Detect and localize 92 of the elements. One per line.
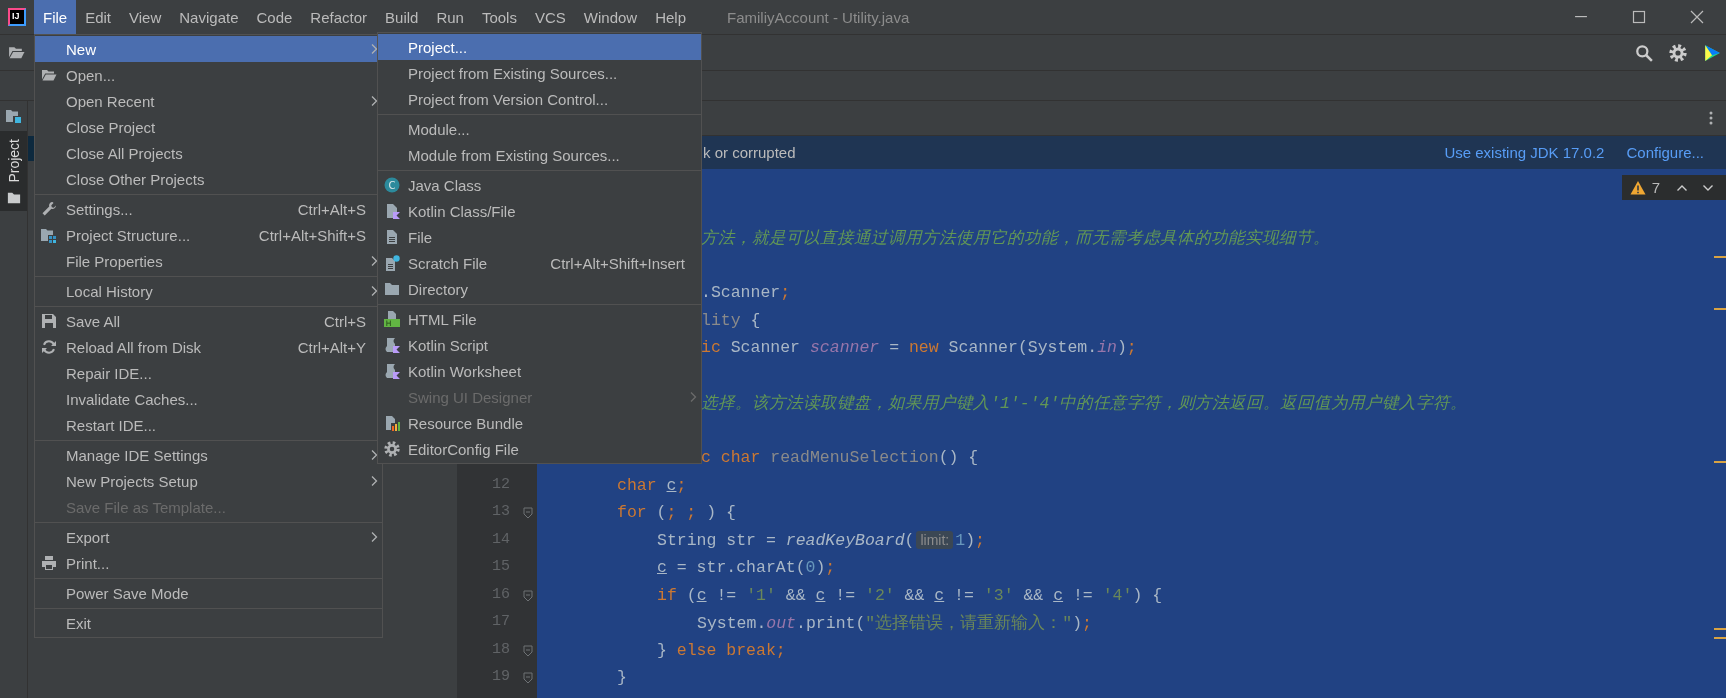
- code-line: } else break;: [657, 640, 786, 660]
- code-line: char c;: [617, 475, 687, 495]
- chevron-right-icon: [370, 531, 378, 543]
- chevron-right-icon: [370, 475, 378, 487]
- menu-bar-item[interactable]: Tools: [472, 0, 526, 34]
- window-title: FamiliyAccount - Utility.java: [727, 8, 910, 26]
- code-line: c = str.charAt(0);: [657, 558, 836, 578]
- search-icon[interactable]: [1635, 43, 1653, 62]
- scroll-marker[interactable]: [1714, 256, 1726, 258]
- folder-icon: [6, 190, 21, 205]
- kotlin-script-icon: [384, 363, 400, 379]
- maximize-icon: [1631, 9, 1647, 25]
- chevron-right-icon: [370, 95, 378, 107]
- kotlin-script-icon: [384, 337, 400, 353]
- code-line: 方法，就是可以直接通过调用方法使用它的功能，而无需考虑具体的功能实现细节。: [701, 227, 1330, 249]
- notification-link[interactable]: Configure...: [1626, 144, 1704, 161]
- code-line: 选择。该方法读取键盘，如果用户键入'1'-'4'中的任意字符，则方法返回。返回值为用户键入字符。: [701, 392, 1468, 414]
- menu-item[interactable]: Project from Existing Sources...: [378, 60, 701, 86]
- folder-icon: [384, 281, 400, 297]
- triangle-logo-icon[interactable]: [1703, 43, 1721, 62]
- project-tab[interactable]: Project: [0, 131, 27, 211]
- code-line: lity {: [701, 310, 761, 330]
- folder-grid-icon[interactable]: [5, 108, 22, 124]
- notification-link[interactable]: Use existing JDK 17.0.2: [1444, 144, 1605, 161]
- resource-bundle-icon: [384, 415, 400, 431]
- gear-icon: [384, 441, 400, 457]
- kotlin-file-icon: [384, 203, 400, 219]
- menu-item[interactable]: Module from Existing Sources...: [378, 142, 701, 168]
- fold-icon[interactable]: [523, 507, 533, 519]
- menu-item[interactable]: Exit: [35, 610, 382, 636]
- minimize-icon: [1575, 16, 1587, 18]
- chevron-down-icon[interactable]: [1702, 183, 1714, 192]
- menu-item[interactable]: Module...: [378, 116, 701, 142]
- menu-bar-item[interactable]: View: [120, 0, 171, 34]
- more-icon[interactable]: [1709, 110, 1713, 126]
- menu-item[interactable]: Export: [35, 524, 382, 550]
- class-icon: C: [384, 177, 400, 193]
- floppy-icon: [41, 313, 57, 329]
- menu-item[interactable]: Power Save Mode: [35, 580, 382, 606]
- app-logo: IJ: [8, 8, 26, 26]
- printer-icon: [41, 555, 57, 571]
- code-line: }: [617, 668, 627, 688]
- chevron-up-icon[interactable]: [1676, 183, 1688, 192]
- code-line: c char readMenuSelection() {: [701, 448, 979, 468]
- menu-bar-item[interactable]: Build: [376, 0, 428, 34]
- menu-bar-item[interactable]: Navigate: [170, 0, 248, 34]
- folder-open-icon: [41, 67, 57, 83]
- scroll-marker[interactable]: [1714, 461, 1726, 463]
- folder-open-icon[interactable]: [8, 44, 25, 61]
- scratch-file-icon: [384, 255, 400, 271]
- fold-icon[interactable]: [523, 589, 533, 602]
- menu-item[interactable]: Print...: [35, 550, 382, 576]
- menu-bar-item[interactable]: File: [34, 0, 77, 34]
- fold-icon[interactable]: [523, 672, 533, 684]
- scroll-marker[interactable]: [1714, 308, 1726, 310]
- menu-bar-item[interactable]: Help: [646, 0, 696, 34]
- notification-text: k or corrupted: [703, 144, 796, 161]
- code-line: for (; ; ) {: [617, 503, 736, 523]
- menu-bar-item[interactable]: Run: [427, 0, 473, 34]
- menu-item[interactable]: Save All Ctrl+S: [35, 308, 382, 334]
- code-line: ic Scanner scanner = new Scanner(System.in);: [701, 338, 1137, 358]
- chevron-right-icon: [689, 391, 697, 403]
- inspection-widget[interactable]: 7: [1621, 175, 1726, 200]
- scroll-marker[interactable]: [1714, 628, 1726, 630]
- chevron-right-icon: [370, 43, 378, 55]
- menu-bar-item[interactable]: Code: [247, 0, 302, 34]
- code-line: String str = readKeyBoard( limit: 1);: [657, 530, 985, 550]
- menu-bar-item[interactable]: Edit: [76, 0, 121, 34]
- reload-icon: [41, 339, 57, 355]
- menu-bar-item[interactable]: Window: [574, 0, 647, 34]
- scroll-marker[interactable]: [1714, 637, 1726, 639]
- folder-grid-icon: [41, 227, 57, 243]
- menu-item[interactable]: Resource Bundle: [378, 410, 701, 436]
- code-line: .Scanner;: [701, 283, 791, 303]
- menu-item[interactable]: Local History: [35, 278, 382, 304]
- code-line: System.out.print("选择错误，请重新输入：");: [697, 612, 1092, 634]
- settings-icon[interactable]: [1669, 43, 1687, 62]
- menu-item[interactable]: Project...: [378, 34, 701, 60]
- chevron-right-icon: [370, 255, 378, 267]
- chevron-right-icon: [370, 285, 378, 297]
- file-icon: [384, 229, 400, 245]
- code-line: if (c != '1' && c != '2' && c != '3' && c != '4') {: [657, 585, 1163, 605]
- menu-item[interactable]: New Projects Setup: [35, 468, 382, 494]
- wrench-icon: [41, 201, 57, 217]
- warning-icon: [1629, 179, 1646, 196]
- close-icon: [1689, 9, 1705, 25]
- menu-item[interactable]: Kotlin Worksheet: [378, 358, 701, 384]
- menu-item[interactable]: C Java Class: [378, 172, 701, 198]
- fold-icon[interactable]: [523, 644, 533, 657]
- menu-bar-item[interactable]: VCS: [525, 0, 575, 34]
- menu-bar-item[interactable]: Refactor: [301, 0, 377, 34]
- chevron-right-icon: [370, 449, 378, 461]
